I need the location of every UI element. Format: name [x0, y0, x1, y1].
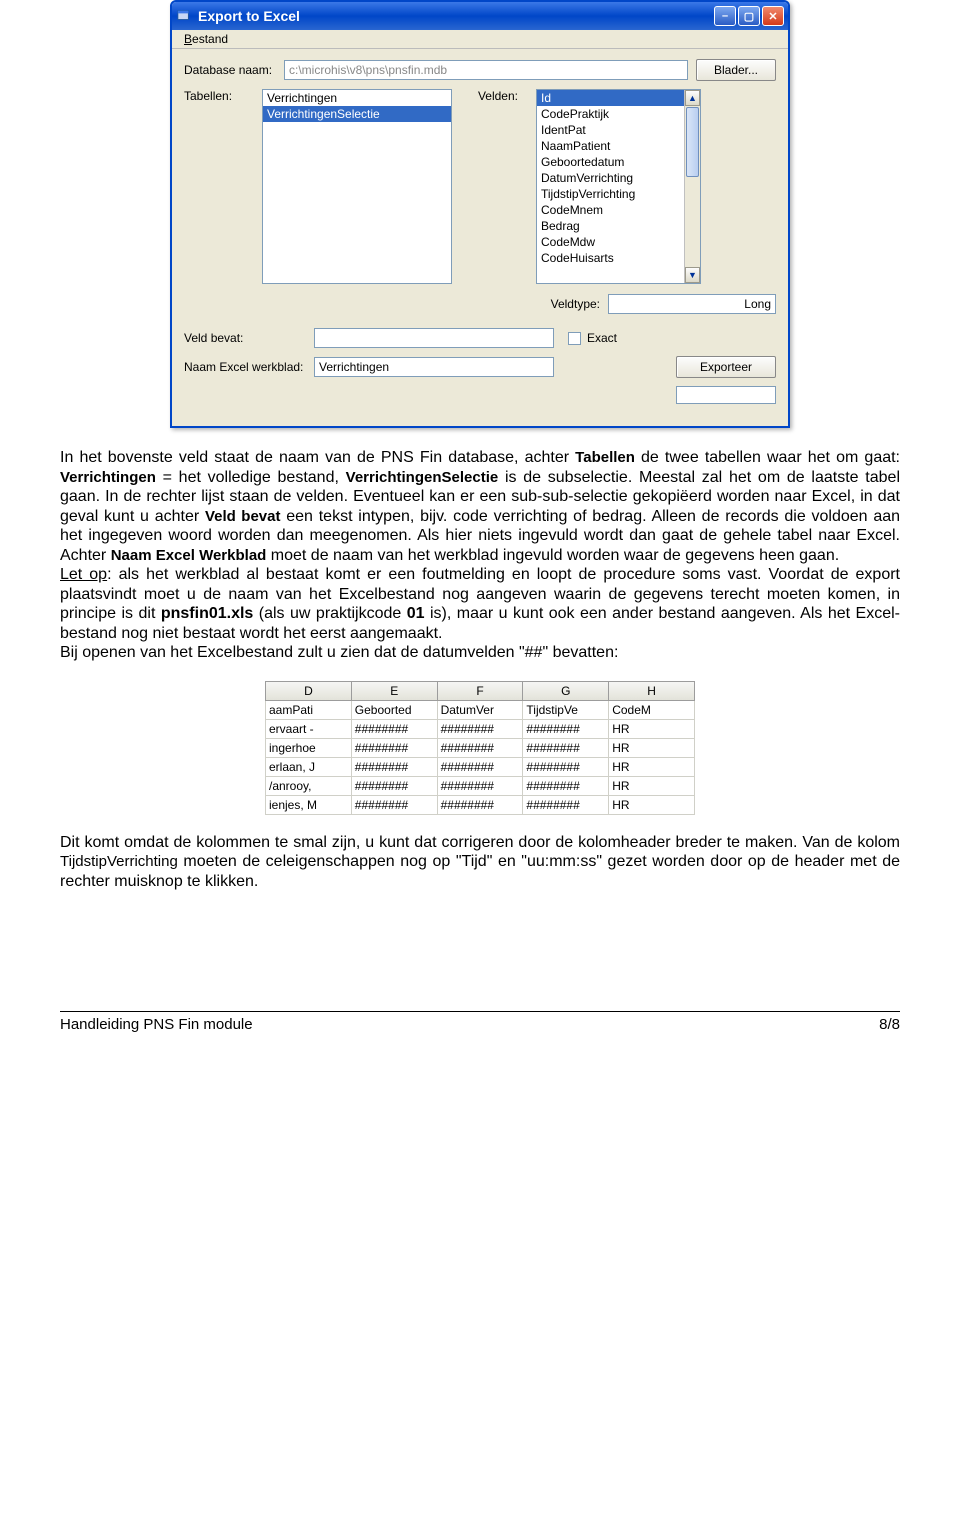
- tabellen-label: Tabellen:: [184, 89, 244, 284]
- list-item[interactable]: CodeMnem: [537, 202, 700, 218]
- paragraph-2: Dit komt omdat de kolommen te smal zijn,…: [60, 833, 900, 892]
- minimize-button[interactable]: –: [714, 6, 736, 26]
- table-row: /anrooy,########################HR: [265, 777, 695, 796]
- window-title: Export to Excel: [198, 8, 714, 24]
- veldtype-field: [608, 294, 776, 314]
- list-item[interactable]: IdentPat: [537, 122, 700, 138]
- db-path-field[interactable]: [284, 60, 688, 80]
- footer-left: Handleiding PNS Fin module: [60, 1016, 253, 1033]
- exact-label: Exact: [587, 331, 617, 345]
- col-letter: D: [265, 681, 352, 701]
- werkblad-field[interactable]: [314, 357, 554, 377]
- window-client: Database naam: Blader... Tabellen: Verri…: [172, 49, 788, 426]
- footer-right: 8/8: [879, 1016, 900, 1033]
- excel-header-row: aamPati Geboorted DatumVer TijdstipVe Co…: [265, 701, 695, 720]
- list-item[interactable]: Geboortedatum: [537, 154, 700, 170]
- veldtype-label: Veldtype:: [551, 297, 600, 311]
- table-row: ervaart -########################HR: [265, 720, 695, 739]
- list-item[interactable]: DatumVerrichting: [537, 170, 700, 186]
- list-item[interactable]: Verrichtingen: [263, 90, 451, 106]
- menubar: Bestand: [172, 30, 788, 49]
- browse-button[interactable]: Blader...: [696, 59, 776, 81]
- col-letter: F: [438, 681, 524, 701]
- tabellen-listbox[interactable]: Verrichtingen VerrichtingenSelectie: [262, 89, 452, 284]
- window-buttons: – ▢ ✕: [714, 6, 784, 26]
- col-letter: G: [523, 681, 609, 701]
- werkblad-label: Naam Excel werkblad:: [184, 360, 314, 374]
- page-footer: Handleiding PNS Fin module 8/8: [60, 1011, 900, 1033]
- close-button[interactable]: ✕: [762, 6, 784, 26]
- table-row: ienjes, M########################HR: [265, 796, 695, 815]
- list-item[interactable]: TijdstipVerrichting: [537, 186, 700, 202]
- excel-col-letters: D E F G H: [265, 681, 695, 701]
- table-row: erlaan, J########################HR: [265, 758, 695, 777]
- status-box: [676, 386, 776, 404]
- db-label: Database naam:: [184, 63, 284, 77]
- export-button[interactable]: Exporteer: [676, 356, 776, 378]
- scroll-thumb[interactable]: [686, 107, 699, 177]
- velden-listbox[interactable]: Id CodePraktijk IdentPat NaamPatient Geb…: [536, 89, 701, 284]
- export-window: Export to Excel – ▢ ✕ Bestand Database n…: [170, 0, 790, 428]
- veldbevat-label: Veld bevat:: [184, 331, 314, 345]
- titlebar[interactable]: Export to Excel – ▢ ✕: [172, 2, 788, 30]
- list-item[interactable]: CodeHuisarts: [537, 250, 700, 266]
- maximize-button[interactable]: ▢: [738, 6, 760, 26]
- col-letter: E: [352, 681, 438, 701]
- scroll-up-icon[interactable]: ▲: [685, 90, 700, 106]
- menu-bestand[interactable]: Bestand: [178, 30, 234, 48]
- list-item[interactable]: VerrichtingenSelectie: [263, 106, 451, 122]
- velden-label: Velden:: [470, 89, 518, 284]
- col-letter: H: [609, 681, 695, 701]
- paragraph-1: In het bovenste veld staat de naam van d…: [60, 448, 900, 663]
- list-item[interactable]: Bedrag: [537, 218, 700, 234]
- excel-snippet: D E F G H aamPati Geboorted DatumVer Tij…: [265, 681, 695, 815]
- app-icon: [176, 8, 192, 24]
- scroll-down-icon[interactable]: ▼: [685, 267, 700, 283]
- scrollbar[interactable]: ▲ ▼: [684, 90, 700, 283]
- list-item[interactable]: CodeMdw: [537, 234, 700, 250]
- list-item[interactable]: Id: [537, 90, 700, 106]
- veldbevat-field[interactable]: [314, 328, 554, 348]
- table-row: ingerhoe########################HR: [265, 739, 695, 758]
- list-item[interactable]: NaamPatient: [537, 138, 700, 154]
- list-item[interactable]: CodePraktijk: [537, 106, 700, 122]
- exact-checkbox[interactable]: [568, 332, 581, 345]
